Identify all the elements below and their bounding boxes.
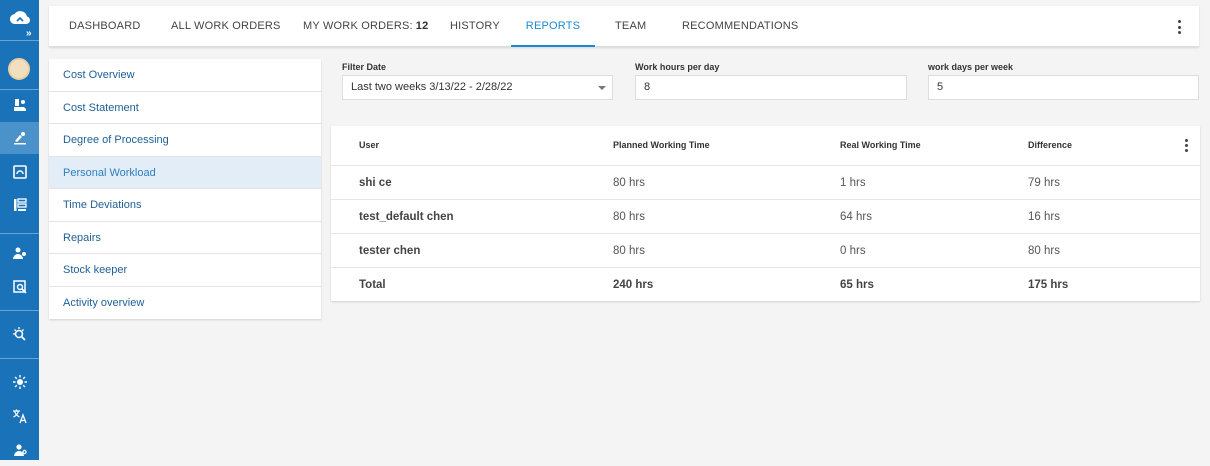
cell-total-real: 65 hrs: [840, 279, 874, 291]
menu-item-stock-keeper[interactable]: Stock keeper: [49, 254, 321, 287]
cell-planned: 80 hrs: [613, 211, 645, 223]
recommendations-icon[interactable]: [0, 318, 39, 350]
work-days-input[interactable]: 5: [928, 75, 1199, 100]
tab-dashboard[interactable]: DASHBOARD: [69, 6, 140, 47]
tab-recommendations[interactable]: RECOMMENDATIONS: [682, 6, 798, 47]
reports-menu: Cost Overview Cost Statement Degree of P…: [49, 59, 321, 319]
header-planned-working-time: Planned Working Time: [613, 140, 710, 150]
tab-my-work-orders[interactable]: MY WORK ORDERS: 12: [303, 6, 428, 47]
table-options-icon[interactable]: [1184, 139, 1188, 152]
filter-date-select[interactable]: Last two weeks 3/13/22 - 2/28/22: [342, 75, 613, 100]
tab-all-work-orders[interactable]: ALL WORK ORDERS: [171, 6, 281, 47]
menu-item-cost-statement[interactable]: Cost Statement: [49, 92, 321, 124]
header-real-working-time: Real Working Time: [840, 140, 921, 150]
main-tab-bar: DASHBOARD ALL WORK ORDERS MY WORK ORDERS…: [49, 6, 1199, 47]
inspection-icon[interactable]: [0, 271, 39, 303]
header-difference: Difference: [1028, 140, 1073, 150]
tab-reports[interactable]: REPORTS: [511, 6, 595, 47]
header-user: User: [359, 140, 380, 150]
tab-team[interactable]: TEAM: [615, 6, 646, 47]
left-nav-rail: »: [0, 0, 39, 460]
table-row[interactable]: shi ce 80 hrs 1 hrs 79 hrs: [331, 165, 1200, 199]
work-hours-label: Work hours per day: [635, 62, 720, 72]
menu-item-repairs[interactable]: Repairs: [49, 222, 321, 254]
menu-item-personal-workload[interactable]: Personal Workload: [49, 156, 321, 189]
rail-divider: [0, 233, 39, 234]
cell-difference: 16 hrs: [1028, 211, 1060, 223]
cell-real: 1 hrs: [840, 177, 866, 189]
account-icon[interactable]: [0, 434, 39, 466]
cell-difference: 80 hrs: [1028, 245, 1060, 257]
my-work-orders-count: 12: [415, 20, 429, 32]
work-days-label: work days per week: [928, 62, 1014, 72]
language-icon[interactable]: [0, 400, 39, 432]
rail-divider: [0, 40, 39, 41]
expand-icon[interactable]: »: [26, 29, 32, 39]
workload-table: User Planned Working Time Real Working T…: [331, 126, 1200, 301]
cell-total-label: Total: [359, 279, 386, 291]
menu-item-time-deviations[interactable]: Time Deviations: [49, 189, 321, 222]
rail-divider: [0, 358, 39, 359]
work-hours-value: 8: [644, 81, 651, 93]
work-hours-input[interactable]: 8: [635, 75, 907, 100]
rail-divider: [0, 310, 39, 311]
table-row[interactable]: test_default chen 80 hrs 64 hrs 16 hrs: [331, 199, 1200, 233]
cell-total-difference: 175 hrs: [1028, 279, 1069, 291]
cell-planned: 80 hrs: [613, 177, 645, 189]
cell-total-planned: 240 hrs: [613, 279, 654, 291]
cell-planned: 80 hrs: [613, 245, 645, 257]
menu-item-activity-overview[interactable]: Activity overview: [49, 287, 321, 320]
maintenance-icon[interactable]: [0, 122, 39, 154]
cell-user: tester chen: [359, 245, 421, 257]
tab-history[interactable]: HISTORY: [450, 6, 500, 47]
table-row[interactable]: tester chen 80 hrs 0 hrs 80 hrs: [331, 233, 1200, 267]
user-avatar[interactable]: [8, 58, 30, 80]
cell-difference: 79 hrs: [1028, 177, 1060, 189]
reports-icon[interactable]: [0, 156, 39, 188]
list-icon[interactable]: [0, 189, 39, 221]
cell-real: 0 hrs: [840, 245, 866, 257]
cloud-logo-icon[interactable]: [9, 9, 31, 27]
settings-icon[interactable]: [0, 366, 39, 398]
cell-user: shi ce: [359, 177, 392, 189]
work-days-value: 5: [937, 81, 944, 93]
chevron-down-icon: [598, 86, 606, 90]
table-total-row: Total 240 hrs 65 hrs 175 hrs: [331, 267, 1200, 301]
more-options-icon[interactable]: [1177, 20, 1181, 34]
cell-user: test_default chen: [359, 211, 454, 223]
menu-item-cost-overview[interactable]: Cost Overview: [49, 59, 321, 92]
team-icon[interactable]: [0, 237, 39, 269]
work-order-icon[interactable]: [0, 89, 39, 121]
menu-item-degree-of-processing[interactable]: Degree of Processing: [49, 124, 321, 157]
filter-date-value: Last two weeks 3/13/22 - 2/28/22: [351, 81, 513, 93]
cell-real: 64 hrs: [840, 211, 872, 223]
filter-date-label: Filter Date: [342, 62, 387, 72]
